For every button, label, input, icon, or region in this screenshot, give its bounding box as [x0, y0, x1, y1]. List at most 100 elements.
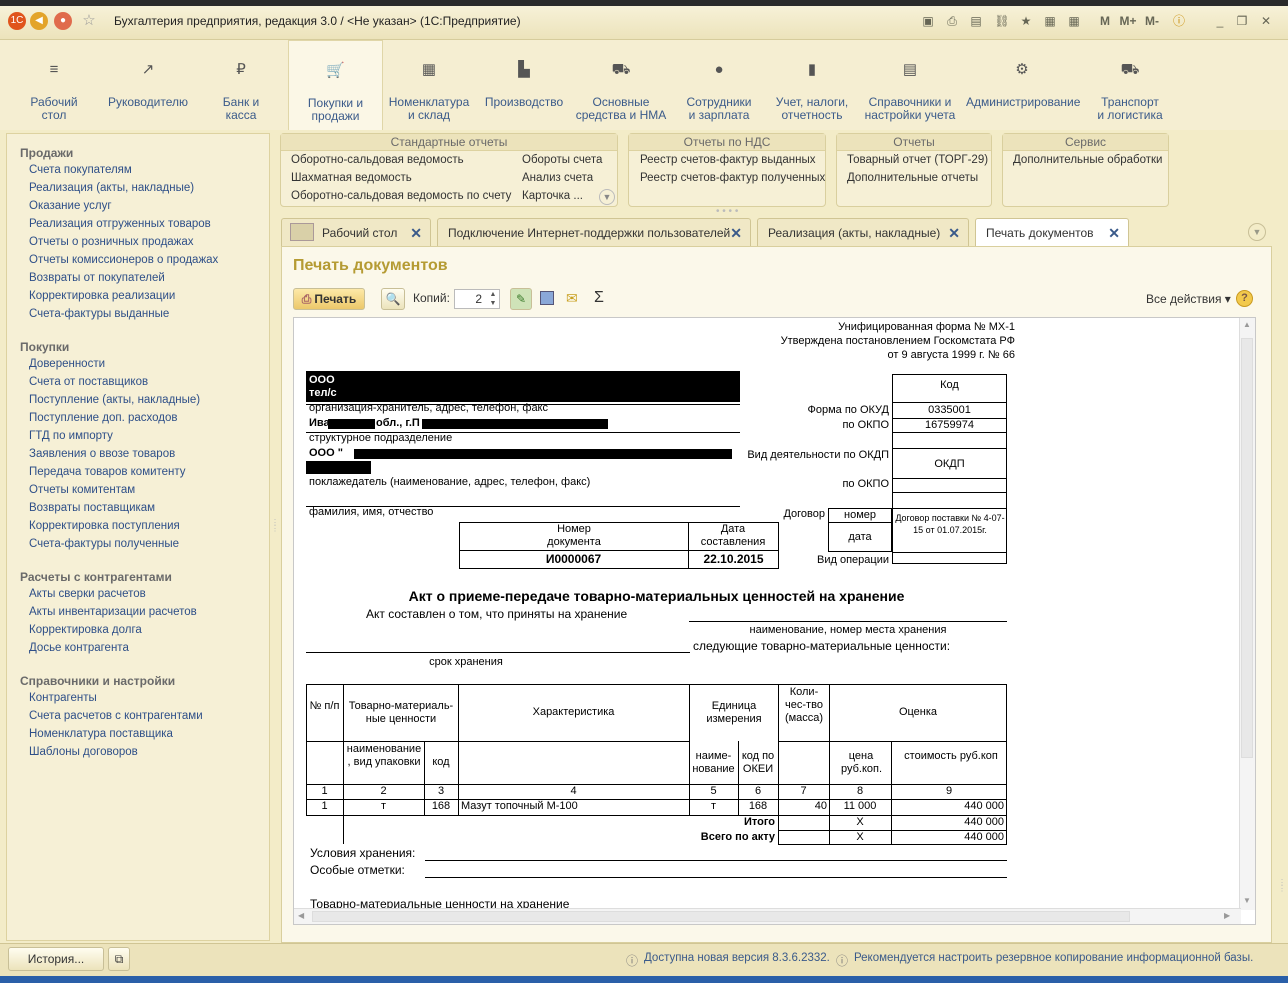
- close-icon[interactable]: ✕: [1258, 12, 1274, 30]
- report-link[interactable]: Реестр счетов-фактур выданных: [640, 154, 816, 166]
- section-purchases-sales[interactable]: 🛒 Покупки и продажи: [288, 40, 383, 130]
- sidebar-item[interactable]: Счета-фактуры выданные: [29, 308, 169, 320]
- sidebar-item[interactable]: Возвраты поставщикам: [29, 502, 155, 514]
- h-scroll-thumb[interactable]: [312, 911, 1130, 922]
- info-icon[interactable]: ⓘ: [1170, 12, 1188, 30]
- horizontal-scrollbar[interactable]: ◀ ▶: [294, 908, 1241, 924]
- history-icon[interactable]: ★: [1018, 12, 1034, 30]
- scroll-left-icon[interactable]: ◀: [298, 911, 304, 920]
- sidebar-item[interactable]: Доверенности: [29, 358, 105, 370]
- history-button[interactable]: История...: [8, 947, 104, 971]
- report-link[interactable]: Оборотно-сальдовая ведомость по счету: [291, 190, 511, 202]
- section-nomenclature[interactable]: ▦ Номенклатура и склад: [386, 40, 472, 130]
- save-icon[interactable]: [540, 291, 554, 305]
- sidebar-item[interactable]: Поступление доп. расходов: [29, 412, 178, 424]
- memory-plus-button[interactable]: M+: [1118, 12, 1138, 30]
- new-version-link[interactable]: Доступна новая версия 8.3.6.2332.: [644, 952, 830, 964]
- menu-circle-icon[interactable]: ●: [54, 12, 72, 30]
- close-icon[interactable]: ✕: [948, 219, 960, 247]
- section-manager[interactable]: ↗ Руководителю: [104, 40, 192, 130]
- calculator-icon[interactable]: ▦: [1066, 12, 1082, 30]
- close-icon[interactable]: ✕: [410, 219, 422, 247]
- sidebar-item[interactable]: Реализация отгруженных товаров: [29, 218, 211, 230]
- sidebar-item[interactable]: Поступление (акты, накладные): [29, 394, 200, 406]
- app-logo-icon[interactable]: 1С: [8, 12, 26, 30]
- sidebar-item[interactable]: Шаблоны договоров: [29, 746, 138, 758]
- all-actions-menu[interactable]: Все действия ▾: [1146, 292, 1231, 306]
- report-link[interactable]: Анализ счета: [522, 172, 593, 184]
- sum-icon[interactable]: Σ: [594, 289, 604, 307]
- link-icon[interactable]: ⛓: [994, 12, 1010, 30]
- section-transport[interactable]: ⛟ Транспорт и логистика: [1088, 40, 1172, 130]
- section-taxes[interactable]: ▮ Учет, налоги, отчетность: [770, 40, 854, 130]
- sidebar-item[interactable]: Счета от поставщиков: [29, 376, 148, 388]
- report-link[interactable]: Реестр счетов-фактур полученных: [640, 172, 825, 184]
- section-bank[interactable]: ₽ Банк и касса: [202, 40, 280, 130]
- back-icon[interactable]: ◀: [30, 12, 48, 30]
- star-icon[interactable]: ☆: [80, 12, 98, 30]
- scroll-thumb[interactable]: [1241, 338, 1253, 758]
- splitter-handle[interactable]: • • • •: [716, 206, 738, 217]
- vertical-scrollbar[interactable]: ▲ ▼: [1239, 318, 1255, 910]
- memory-m-button[interactable]: M: [1098, 12, 1112, 30]
- sidebar-item[interactable]: Акты сверки расчетов: [29, 588, 146, 600]
- sidebar-item[interactable]: Отчеты о розничных продажах: [29, 236, 194, 248]
- sidebar-item[interactable]: Досье контрагента: [29, 642, 129, 654]
- envelope-icon[interactable]: ✉: [566, 291, 578, 305]
- sidebar-item[interactable]: Счета покупателям: [29, 164, 132, 176]
- tab-sales-acts[interactable]: Реализация (акты, накладные) ✕: [757, 218, 969, 246]
- scroll-up-icon[interactable]: ▲: [1243, 320, 1251, 329]
- calendar-icon[interactable]: ▦: [1042, 12, 1058, 30]
- report-link[interactable]: Шахматная ведомость: [291, 172, 412, 184]
- section-references[interactable]: ▤ Справочники и настройки учета: [864, 40, 956, 130]
- report-link[interactable]: Товарный отчет (ТОРГ-29): [847, 154, 988, 166]
- sidebar-item[interactable]: Передача товаров комитенту: [29, 466, 186, 478]
- report-link[interactable]: Оборотно-сальдовая ведомость: [291, 154, 464, 166]
- tab-desktop[interactable]: Рабочий стол ✕: [281, 218, 431, 246]
- backup-link[interactable]: Рекомендуется настроить резервное копиро…: [854, 952, 1253, 964]
- stepper-arrows-icon[interactable]: ▲ ▼: [487, 290, 499, 308]
- sidebar-item[interactable]: Отчеты комитентам: [29, 484, 135, 496]
- preview-button[interactable]: 🔍: [381, 288, 405, 310]
- report-link[interactable]: Обороты счета: [522, 154, 602, 166]
- splitter-handle[interactable]: ⋮ ⋮: [1278, 879, 1286, 893]
- close-icon[interactable]: ✕: [1108, 219, 1120, 247]
- report-link[interactable]: Дополнительные обработки: [1013, 154, 1162, 166]
- sidebar-item[interactable]: ГТД по импорту: [29, 430, 113, 442]
- sidebar-item[interactable]: Счета-фактуры полученные: [29, 538, 179, 550]
- help-icon[interactable]: ?: [1236, 290, 1253, 307]
- sidebar-item[interactable]: Номенклатура поставщика: [29, 728, 173, 740]
- save-icon[interactable]: ▣: [920, 12, 936, 30]
- sidebar-item[interactable]: Реализация (акты, накладные): [29, 182, 194, 194]
- minimize-icon[interactable]: _: [1212, 12, 1228, 30]
- tab-internet-support[interactable]: Подключение Интернет-поддержки пользоват…: [437, 218, 751, 246]
- sidebar-item[interactable]: Корректировка реализации: [29, 290, 175, 302]
- sidebar-item[interactable]: Оказание услуг: [29, 200, 112, 212]
- memory-minus-button[interactable]: M-: [1142, 12, 1162, 30]
- close-icon[interactable]: ✕: [730, 219, 742, 247]
- section-fixed-assets[interactable]: ⛟ Основные средства и НМА: [574, 40, 668, 130]
- preview-icon[interactable]: ▤: [968, 12, 984, 30]
- sidebar-item[interactable]: Заявления о ввозе товаров: [29, 448, 175, 460]
- section-employees[interactable]: ● Сотрудники и зарплата: [678, 40, 760, 130]
- report-link[interactable]: Карточка ...: [522, 190, 583, 202]
- scroll-down-icon[interactable]: ▼: [1243, 896, 1251, 905]
- sidebar-item[interactable]: Корректировка поступления: [29, 520, 180, 532]
- sidebar-item[interactable]: Отчеты комиссионеров о продажах: [29, 254, 218, 266]
- sidebar-item[interactable]: Акты инвентаризации расчетов: [29, 606, 197, 618]
- chevron-down-icon[interactable]: ▼: [599, 189, 615, 205]
- tabs-menu-icon[interactable]: ▼: [1248, 223, 1266, 241]
- edit-icon[interactable]: ✎: [510, 288, 532, 310]
- windows-icon[interactable]: ⧉: [108, 947, 130, 971]
- tab-print-documents[interactable]: Печать документов ✕: [975, 218, 1129, 247]
- section-production[interactable]: ▙ Производство: [482, 40, 566, 130]
- sidebar-item[interactable]: Счета расчетов с контрагентами: [29, 710, 203, 722]
- section-administration[interactable]: ⚙ Администрирование: [966, 40, 1080, 130]
- maximize-icon[interactable]: ❐: [1234, 12, 1250, 30]
- sidebar-item[interactable]: Корректировка долга: [29, 624, 142, 636]
- print-icon[interactable]: ⎙: [944, 12, 960, 30]
- section-desktop[interactable]: ≡ Рабочий стол: [14, 40, 94, 130]
- scroll-right-icon[interactable]: ▶: [1224, 911, 1230, 920]
- sidebar-item[interactable]: Возвраты от покупателей: [29, 272, 165, 284]
- print-button[interactable]: ⎙ Печать: [293, 288, 365, 310]
